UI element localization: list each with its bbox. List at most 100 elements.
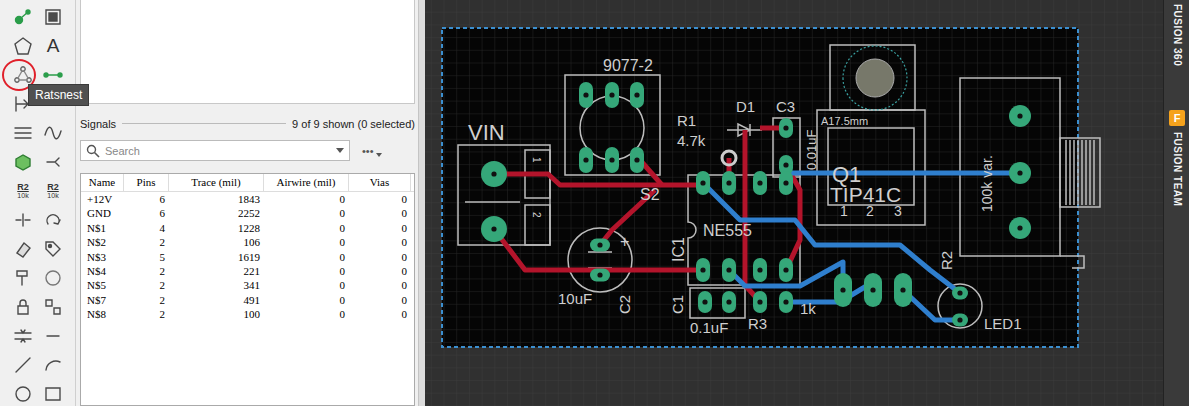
tool-icon [43, 297, 63, 317]
tool-button[interactable] [10, 31, 36, 60]
tool-button[interactable] [40, 321, 66, 350]
table-cell: 0 [349, 264, 411, 278]
preview-area [80, 0, 415, 104]
signals-panel: Signals 9 of 9 shown (0 selected) ••• Na… [76, 0, 418, 406]
component-label: NE555 [703, 222, 752, 239]
more-button[interactable]: ••• [358, 145, 386, 157]
table-cell: +12V [81, 192, 124, 206]
table-row[interactable]: N$7249100 [81, 293, 414, 307]
column-header[interactable]: Vias [349, 174, 411, 191]
tool-button[interactable] [40, 205, 66, 234]
table-cell: 2 [124, 235, 169, 249]
table-cell: 1619 [169, 250, 264, 264]
component-label: C2 [616, 295, 633, 314]
search-input[interactable] [105, 145, 331, 157]
bottom-traces[interactable] [705, 173, 1020, 320]
table-row[interactable]: GND6225200 [81, 206, 414, 220]
component-label: 4.7k [677, 132, 706, 149]
table-cell: 491 [169, 293, 264, 307]
component-label: 1 [531, 157, 542, 163]
table-cell: 2 [124, 307, 169, 321]
tool-button[interactable] [40, 379, 66, 406]
canvas-grid [425, 0, 1163, 406]
tool-button[interactable] [10, 379, 36, 406]
column-header[interactable]: Pins [124, 174, 169, 191]
tool-icon [13, 239, 33, 259]
column-header[interactable]: Airwire (mil) [264, 174, 349, 191]
tool-button[interactable] [40, 350, 66, 379]
component-label: 100k var. [979, 155, 995, 212]
table-row[interactable]: +12V6184300 [81, 192, 414, 206]
tool-button[interactable] [10, 118, 36, 147]
component-label: 0.1uF [690, 319, 728, 336]
board[interactable] [442, 28, 1078, 347]
component-label: VIN [468, 120, 505, 145]
tool-button[interactable] [10, 2, 36, 31]
component-label: 10uF [558, 290, 592, 307]
column-header[interactable]: Trace (mil) [169, 174, 264, 191]
tool-icon [43, 65, 63, 85]
tool-button[interactable] [10, 205, 36, 234]
part-value-tool: R2 10k [47, 183, 59, 199]
component-label: 0.01uF [804, 129, 819, 170]
tool-button[interactable] [10, 350, 36, 379]
tool-button[interactable] [40, 292, 66, 321]
table-row[interactable]: N$14122800 [81, 221, 414, 235]
tool-button[interactable] [40, 263, 66, 292]
pads[interactable] [481, 82, 1031, 327]
component-label: 2 [531, 212, 542, 218]
tool-icon [13, 384, 33, 404]
table-cell: 0 [264, 278, 349, 292]
table-cell: 2 [124, 293, 169, 307]
dropdown-arrow-icon [376, 153, 382, 157]
tool-icon [13, 268, 33, 288]
table-cell: N$1 [81, 221, 124, 235]
silkscreen [458, 45, 1100, 328]
tool-button[interactable] [40, 234, 66, 263]
component-label: C3 [776, 98, 795, 115]
tool-button[interactable] [10, 234, 36, 263]
table-cell: N$3 [81, 250, 124, 264]
tool-button[interactable] [40, 118, 66, 147]
tool-button[interactable] [10, 321, 36, 350]
tool-icon [13, 123, 33, 143]
tool-button[interactable]: A [40, 31, 66, 60]
side-tab[interactable]: F FUSION TEAM [1169, 110, 1185, 206]
table-row[interactable]: N$2210600 [81, 235, 414, 249]
table-cell: 0 [349, 307, 411, 321]
tool-button[interactable] [10, 263, 36, 292]
panel-splitter[interactable] [418, 0, 425, 406]
tool-button[interactable] [40, 147, 66, 176]
signals-table: NamePinsTrace (mil)Airwire (mil)Vias +12… [80, 173, 415, 406]
tool-button[interactable]: R2 10k [40, 176, 66, 205]
pcb-labels: VIN129077-2S2R14.7kD1C30.01uFQ1TIP41CA17… [468, 57, 1022, 336]
table-row[interactable]: N$5234100 [81, 278, 414, 292]
tool-button[interactable] [10, 292, 36, 321]
part-value-tool: R2 10k [17, 183, 29, 199]
table-row[interactable]: N$35161900 [81, 250, 414, 264]
column-header[interactable]: Name [81, 174, 124, 191]
search-field[interactable] [80, 140, 350, 161]
side-tab[interactable]: FUSION 360 [1172, 4, 1183, 66]
tool-button[interactable] [40, 2, 66, 31]
board-outline[interactable] [442, 28, 1078, 347]
table-row[interactable]: N$4222100 [81, 264, 414, 278]
tool-button[interactable]: R2 10k [10, 176, 36, 205]
table-cell: 221 [169, 264, 264, 278]
table-cell: 2 [124, 278, 169, 292]
canvas-background [425, 0, 1163, 406]
table-cell: 0 [264, 221, 349, 235]
component-label: + [620, 233, 629, 250]
tool-button[interactable] [10, 147, 36, 176]
table-cell: 0 [349, 250, 411, 264]
tool-icon [43, 268, 63, 288]
board-canvas[interactable]: VIN129077-2S2R14.7kD1C30.01uFQ1TIP41CA17… [425, 0, 1163, 406]
top-traces[interactable] [494, 128, 800, 302]
dropdown-arrow-icon[interactable] [336, 148, 344, 153]
table-cell: N$4 [81, 264, 124, 278]
table-cell: N$8 [81, 307, 124, 321]
table-cell: 106 [169, 235, 264, 249]
pcb-view[interactable]: VIN129077-2S2R14.7kD1C30.01uFQ1TIP41CA17… [425, 0, 1163, 406]
table-row[interactable]: N$8210000 [81, 307, 414, 321]
component-label: 1 [840, 203, 848, 219]
